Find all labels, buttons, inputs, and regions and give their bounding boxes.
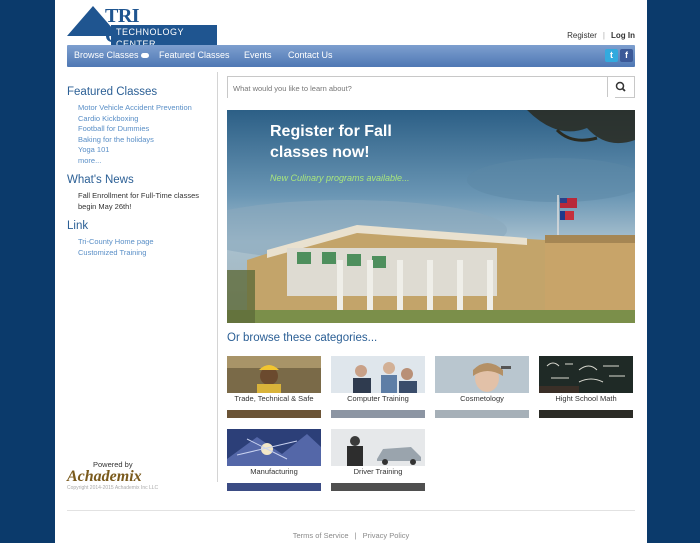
category-label: Trade, Technical & Safe xyxy=(234,394,314,403)
category-tile-trade[interactable]: Trade, Technical & Safe xyxy=(227,356,321,418)
featured-link[interactable]: Baking for the holidays xyxy=(78,135,215,146)
facebook-icon[interactable]: f xyxy=(620,49,633,62)
banner-headline: Register for Fall classes now! xyxy=(270,121,470,163)
category-label: Hight School Math xyxy=(555,394,617,403)
hero-banner[interactable]: Register for Fall classes now! New Culin… xyxy=(227,110,635,323)
account-links: Register | Log In xyxy=(567,31,635,40)
search-bar xyxy=(227,76,635,99)
customized-training-link[interactable]: Customized Training xyxy=(78,248,215,259)
nav-featured-classes[interactable]: Featured Classes xyxy=(159,50,230,60)
category-tile-driver[interactable]: Driver Training xyxy=(331,429,425,491)
news-item: Fall Enrollment for Full-Time classes xyxy=(78,191,199,200)
search-icon xyxy=(615,81,626,92)
news-section: What's News Fall Enrollment for Full-Tim… xyxy=(67,174,215,212)
nav-browse-classes[interactable]: Browse Classes xyxy=(74,50,149,60)
home-page-link[interactable]: Tri-County Home page xyxy=(78,237,215,248)
page: TRI COUNTY TECHNOLOGY CENTER Register | Lo… xyxy=(55,0,647,543)
nav-contact-us[interactable]: Contact Us xyxy=(288,50,333,60)
trade-category-image xyxy=(227,356,321,393)
category-strip xyxy=(331,483,425,491)
register-link[interactable]: Register xyxy=(567,31,597,40)
category-strip xyxy=(539,410,633,418)
news-heading: What's News xyxy=(67,174,134,186)
category-label: Driver Training xyxy=(353,467,403,476)
account-links-separator: | xyxy=(602,31,605,40)
category-tile-cosmetology[interactable]: Cosmetology xyxy=(435,356,529,418)
manufacturing-category-image xyxy=(227,429,321,466)
category-label: Manufacturing xyxy=(250,467,298,476)
more-link[interactable]: more... xyxy=(78,156,215,167)
privacy-link[interactable]: Privacy Policy xyxy=(363,531,410,540)
featured-link[interactable]: Motor Vehicle Accident Prevention xyxy=(78,103,215,114)
category-strip xyxy=(227,410,321,418)
cloud-icon xyxy=(140,53,149,59)
site-logo[interactable]: TRI COUNTY TECHNOLOGY CENTER xyxy=(67,6,217,51)
math-category-image xyxy=(539,356,633,393)
copyright-text: Copyright 2014-2015 Achademix Inc LLC xyxy=(67,485,159,491)
banner-subtitle: New Culinary programs available... xyxy=(270,173,410,183)
category-strip xyxy=(435,410,529,418)
login-link[interactable]: Log In xyxy=(611,31,635,40)
category-strip xyxy=(227,483,321,491)
footer-divider xyxy=(67,510,635,511)
search-button[interactable] xyxy=(607,77,634,97)
category-tile-math[interactable]: Hight School Math xyxy=(539,356,633,418)
featured-section: Featured Classes Motor Vehicle Accident … xyxy=(67,86,215,166)
category-tile-manufacturing[interactable]: Manufacturing xyxy=(227,429,321,491)
cosmetology-category-image xyxy=(435,356,529,393)
powered-by-block: Powered by Achademix Copyright 2014-2015… xyxy=(67,460,187,491)
nav-events[interactable]: Events xyxy=(244,50,272,60)
featured-link[interactable]: Cardio Kickboxing xyxy=(78,114,215,125)
featured-link[interactable]: Football for Dummies xyxy=(78,124,215,135)
category-strip xyxy=(331,410,425,418)
category-label: Computer Training xyxy=(347,394,409,403)
driver-category-image xyxy=(331,429,425,466)
achademix-logo[interactable]: Achademix xyxy=(67,469,187,485)
banner-line1: Register for Fall xyxy=(270,123,392,140)
news-item: begin May 26th! xyxy=(78,201,132,211)
sidebar-divider xyxy=(217,72,218,482)
computer-category-image xyxy=(331,356,425,393)
link-section: Link Tri-County Home page Customized Tra… xyxy=(67,220,215,258)
terms-link[interactable]: Terms of Service xyxy=(293,531,349,540)
sidebar: Featured Classes Motor Vehicle Accident … xyxy=(67,86,215,266)
featured-heading: Featured Classes xyxy=(67,86,158,98)
category-label: Cosmetology xyxy=(460,394,504,403)
footer: Terms of Service | Privacy Policy xyxy=(55,531,647,540)
twitter-icon[interactable]: t xyxy=(605,49,618,62)
category-tile-computer[interactable]: Computer Training xyxy=(331,356,425,418)
link-heading: Link xyxy=(67,220,89,232)
categories-heading: Or browse these categories... xyxy=(227,332,378,344)
footer-separator: | xyxy=(354,531,357,540)
search-input[interactable] xyxy=(228,77,615,99)
main-nav: Browse Classes Featured Classes Events C… xyxy=(67,45,635,67)
banner-line2: classes now! xyxy=(270,144,370,161)
featured-link[interactable]: Yoga 101 xyxy=(78,145,215,156)
nav-browse-classes-label: Browse Classes xyxy=(74,50,139,60)
